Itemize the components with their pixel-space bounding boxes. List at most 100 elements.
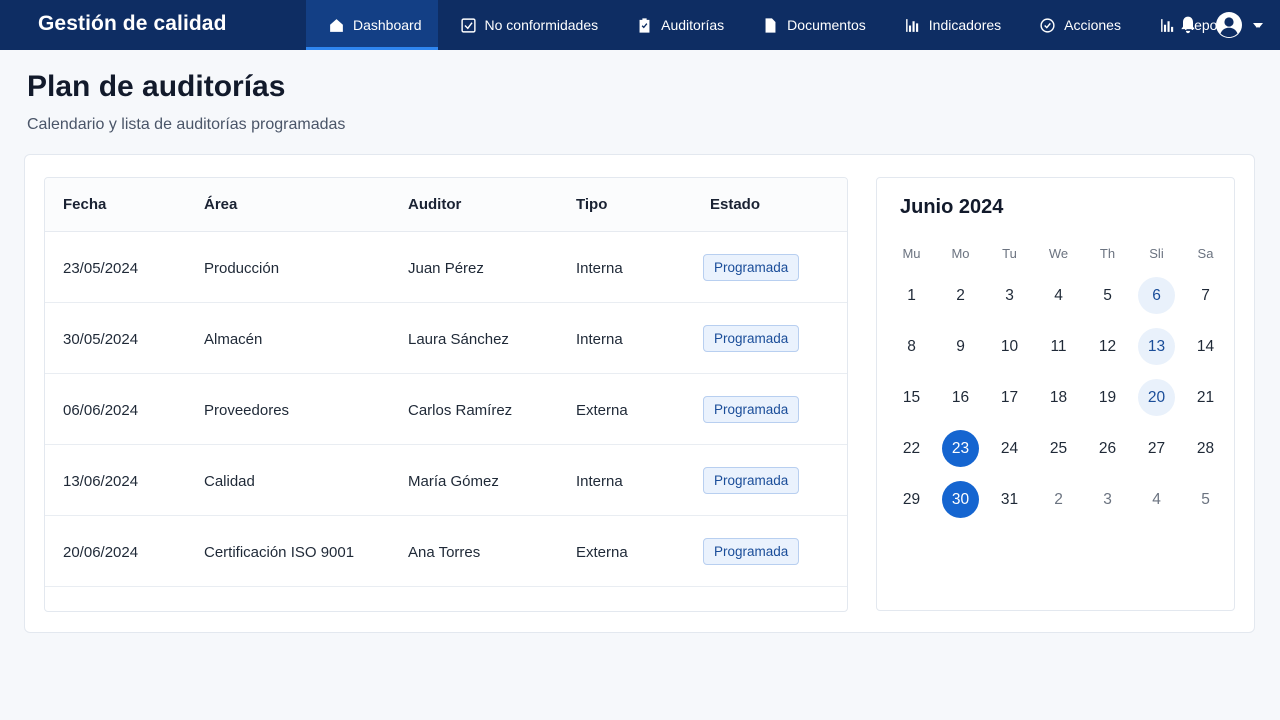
column-tipo[interactable]: Tipo	[576, 196, 607, 213]
calendar-day-number: 3	[1005, 286, 1014, 304]
calendar-grid: Mu Mo Tu We Th Sli Sa 1 2 3 4 5 6 7 8 9 10 11 12 13 14 15 16 1…	[887, 246, 1229, 525]
calendar-day[interactable]: 6	[1132, 270, 1181, 321]
nav-acciones[interactable]: Acciones	[1017, 0, 1137, 50]
calendar-day-number: 14	[1196, 337, 1215, 355]
cell-area: Certificación ISO 9001	[204, 544, 355, 561]
cell-auditor: Laura Sánchez	[408, 331, 509, 348]
calendar-day[interactable]: 13	[1132, 321, 1181, 372]
calendar-day[interactable]: 4	[1132, 474, 1181, 525]
cell-tipo: Interna	[576, 473, 623, 490]
calendar-day-number: 1	[907, 286, 916, 304]
calendar-day[interactable]: 31	[985, 474, 1034, 525]
calendar-day-number: 9	[956, 337, 965, 355]
calendar-day[interactable]: 23	[936, 423, 985, 474]
cell-auditor: Carlos Ramírez	[408, 402, 513, 419]
calendar-day-number: 25	[1049, 439, 1068, 457]
calendar-day[interactable]: 5	[1181, 474, 1230, 525]
calendar-day[interactable]: 15	[887, 372, 936, 423]
calendar-day-number: 5	[1103, 286, 1112, 304]
nav-auditorias[interactable]: Auditorías	[614, 0, 740, 50]
nav-indicadores[interactable]: Indicadores	[882, 0, 1017, 50]
column-auditor[interactable]: Auditor	[408, 196, 461, 213]
calendar-day[interactable]: 4	[1034, 270, 1083, 321]
calendar-day[interactable]: 25	[1034, 423, 1083, 474]
calendar-day[interactable]: 2	[936, 270, 985, 321]
calendar-day[interactable]: 29	[887, 474, 936, 525]
nav-acciones-label: Acciones	[1064, 17, 1121, 33]
calendar-day[interactable]: 5	[1083, 270, 1132, 321]
notifications-button[interactable]	[1178, 15, 1198, 35]
calendar-day-number: 23	[942, 430, 979, 467]
calendar-day-number: 13	[1138, 328, 1175, 365]
calendar-panel: Junio 2024 Mu Mo Tu We Th Sli Sa 1 2 3 4 5 6 7 8 9 10 11…	[876, 177, 1235, 611]
calendar-day[interactable]: 18	[1034, 372, 1083, 423]
calendar-day-number: 16	[951, 388, 970, 406]
calendar-day[interactable]: 8	[887, 321, 936, 372]
weekday-label: Sli	[1149, 246, 1164, 261]
calendar-day[interactable]: 24	[985, 423, 1034, 474]
column-area[interactable]: Área	[204, 196, 237, 213]
calendar-day-number: 3	[1103, 490, 1112, 508]
cell-tipo: Interna	[576, 260, 623, 277]
nav-dashboard[interactable]: Dashboard	[306, 0, 438, 50]
table-row[interactable]: 20/06/2024 Certificación ISO 9001 Ana Torr…	[45, 516, 847, 587]
calendar-day-number: 11	[1050, 337, 1067, 355]
calendar-day[interactable]: 14	[1181, 321, 1230, 372]
calendar-day[interactable]: 30	[936, 474, 985, 525]
calendar-day[interactable]: 16	[936, 372, 985, 423]
calendar-day-number: 28	[1196, 439, 1215, 457]
cell-fecha: 30/05/2024	[63, 331, 139, 348]
weekday-label: Tu	[1002, 246, 1017, 261]
calendar-day-number: 22	[902, 439, 921, 457]
column-estado[interactable]: Estado	[710, 196, 760, 213]
clipboard-check-icon	[639, 17, 650, 33]
account-menu[interactable]	[1215, 11, 1263, 39]
table-row[interactable]: 06/06/2024 Proveedores Carlos Ramírez Exter…	[45, 374, 847, 445]
nav-documentos[interactable]: Documentos	[740, 0, 882, 50]
cell-fecha: 06/06/2024	[63, 402, 139, 419]
table-row[interactable]: 23/05/2024 Producción Juan Pérez Interna Pro…	[45, 232, 847, 303]
check-circle-icon	[1040, 17, 1055, 33]
bell-icon	[1181, 16, 1195, 34]
calendar-day[interactable]: 27	[1132, 423, 1181, 474]
calendar-day[interactable]: 1	[887, 270, 936, 321]
weekday-label: Th	[1099, 246, 1116, 261]
calendar-day-number: 24	[1000, 439, 1019, 457]
calendar-day[interactable]: 22	[887, 423, 936, 474]
calendar-day[interactable]: 12	[1083, 321, 1132, 372]
nav-dashboard-label: Dashboard	[353, 17, 422, 33]
calendar-day[interactable]: 17	[985, 372, 1034, 423]
status-badge: Programada	[703, 538, 800, 565]
calendar-day-number: 8	[907, 337, 916, 355]
calendar-day[interactable]: 7	[1181, 270, 1230, 321]
calendar-day[interactable]: 11	[1034, 321, 1083, 372]
calendar-day[interactable]: 3	[985, 270, 1034, 321]
calendar-day[interactable]: 28	[1181, 423, 1230, 474]
calendar-day[interactable]: 2	[1034, 474, 1083, 525]
table-row[interactable]: 30/05/2024 Almacén Laura Sánchez Interna Pro…	[45, 303, 847, 374]
calendar-day[interactable]: 19	[1083, 372, 1132, 423]
audits-table: Fecha Área Auditor Tipo Estado 23/05/202…	[44, 177, 848, 612]
calendar-day[interactable]: 3	[1083, 474, 1132, 525]
cell-area: Almacén	[204, 331, 263, 348]
weekday-label: Sa	[1197, 246, 1214, 261]
calendar-day-number: 15	[902, 388, 921, 406]
calendar-day[interactable]: 21	[1181, 372, 1230, 423]
calendar-day-number: 20	[1138, 379, 1175, 416]
status-badge: Programada	[703, 254, 800, 281]
nav-no-conformidades-label: No conformidades	[484, 17, 599, 33]
cell-fecha: 23/05/2024	[63, 260, 139, 277]
calendar-day[interactable]: 26	[1083, 423, 1132, 474]
column-fecha[interactable]: Fecha	[63, 196, 106, 213]
user-avatar-icon	[1215, 11, 1243, 39]
table-row[interactable]: 13/06/2024 Calidad María Gómez Interna Progr…	[45, 445, 847, 516]
calendar-day[interactable]: 20	[1132, 372, 1181, 423]
calendar-day-number: 10	[1000, 337, 1019, 355]
cell-tipo: Externa	[576, 544, 628, 561]
document-icon	[765, 17, 776, 33]
calendar-day[interactable]: 9	[936, 321, 985, 372]
calendar-day-number: 2	[956, 286, 965, 304]
nav-no-conformidades[interactable]: No conformidades	[438, 0, 615, 50]
table-header: Fecha Área Auditor Tipo Estado	[45, 178, 847, 232]
calendar-day[interactable]: 10	[985, 321, 1034, 372]
